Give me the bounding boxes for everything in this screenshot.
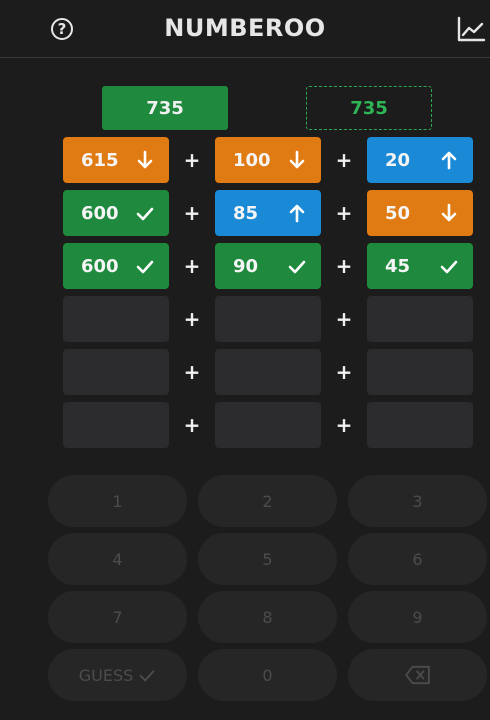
guess-cell — [367, 349, 473, 395]
check-icon — [139, 670, 155, 682]
plus-operator: + — [183, 148, 201, 172]
key-2[interactable]: 2 — [198, 475, 337, 527]
guess-row: + + — [63, 402, 473, 448]
guess-value: 615 — [81, 149, 119, 171]
guess-cell — [215, 296, 321, 342]
plus-operator: + — [183, 201, 201, 225]
plus-operator: + — [335, 148, 353, 172]
key-0[interactable]: 0 — [198, 649, 337, 701]
guess-cell — [215, 402, 321, 448]
check-icon — [287, 255, 307, 277]
guess-cell — [367, 402, 473, 448]
key-7[interactable]: 7 — [48, 591, 187, 643]
guess-cell: 50 — [367, 190, 473, 236]
guess-cell — [215, 349, 321, 395]
guess-row: 615 +100 +20 — [63, 137, 473, 183]
guess-label: GUESS — [78, 665, 134, 685]
backspace-icon — [404, 665, 430, 685]
key-1[interactable]: 1 — [48, 475, 187, 527]
header: ? NUMBEROO — [0, 0, 490, 58]
guess-value: 20 — [385, 149, 411, 171]
key-4[interactable]: 4 — [48, 533, 187, 585]
guess-value: 600 — [81, 202, 119, 224]
key-5[interactable]: 5 — [198, 533, 337, 585]
guess-value: 600 — [81, 255, 119, 277]
guess-row: 600 +90 +45 — [63, 243, 473, 289]
backspace-button[interactable] — [348, 649, 487, 701]
guess-row: + + — [63, 349, 473, 395]
guess-value: 90 — [233, 255, 259, 277]
stats-button[interactable] — [456, 16, 486, 44]
guess-cell: 615 — [63, 137, 169, 183]
arrow-down-icon — [287, 149, 307, 171]
key-9[interactable]: 9 — [348, 591, 487, 643]
numberoo-app: ? NUMBEROO 735 735 615 +100 +20 600 +85 +50 60… — [0, 0, 490, 720]
guess-cell: 600 — [63, 243, 169, 289]
guess-cell: 45 — [367, 243, 473, 289]
check-icon — [439, 255, 459, 277]
current-sum: 735 — [306, 86, 432, 130]
arrow-down-icon — [135, 149, 155, 171]
plus-operator: + — [335, 413, 353, 437]
page-title: NUMBEROO — [164, 14, 326, 42]
check-icon — [135, 202, 155, 224]
check-icon — [135, 255, 155, 277]
guess-cell: 85 — [215, 190, 321, 236]
plus-operator: + — [335, 254, 353, 278]
guess-row: 600 +85 +50 — [63, 190, 473, 236]
guess-cell: 90 — [215, 243, 321, 289]
arrow-down-icon — [439, 202, 459, 224]
plus-operator: + — [335, 360, 353, 384]
plus-operator: + — [335, 307, 353, 331]
guess-cell — [63, 296, 169, 342]
guess-cell: 600 — [63, 190, 169, 236]
arrow-up-icon — [287, 202, 307, 224]
plus-operator: + — [183, 413, 201, 437]
guess-button[interactable]: GUESS — [48, 649, 187, 701]
guess-value: 45 — [385, 255, 411, 277]
guess-value: 50 — [385, 202, 411, 224]
key-6[interactable]: 6 — [348, 533, 487, 585]
arrow-up-icon — [439, 149, 459, 171]
plus-operator: + — [335, 201, 353, 225]
guess-cell: 20 — [367, 137, 473, 183]
plus-operator: + — [183, 307, 201, 331]
guess-grid: 615 +100 +20 600 +85 +50 600 +90 +45 + + + + + + — [63, 137, 473, 455]
target-number: 735 — [102, 86, 228, 130]
guess-cell: 100 — [215, 137, 321, 183]
guess-value: 85 — [233, 202, 259, 224]
guess-row: + + — [63, 296, 473, 342]
key-8[interactable]: 8 — [198, 591, 337, 643]
key-3[interactable]: 3 — [348, 475, 487, 527]
chart-line-icon — [457, 16, 486, 42]
plus-operator: + — [183, 360, 201, 384]
guess-cell — [63, 402, 169, 448]
guess-value: 100 — [233, 149, 271, 171]
guess-cell — [367, 296, 473, 342]
plus-operator: + — [183, 254, 201, 278]
guess-cell — [63, 349, 169, 395]
